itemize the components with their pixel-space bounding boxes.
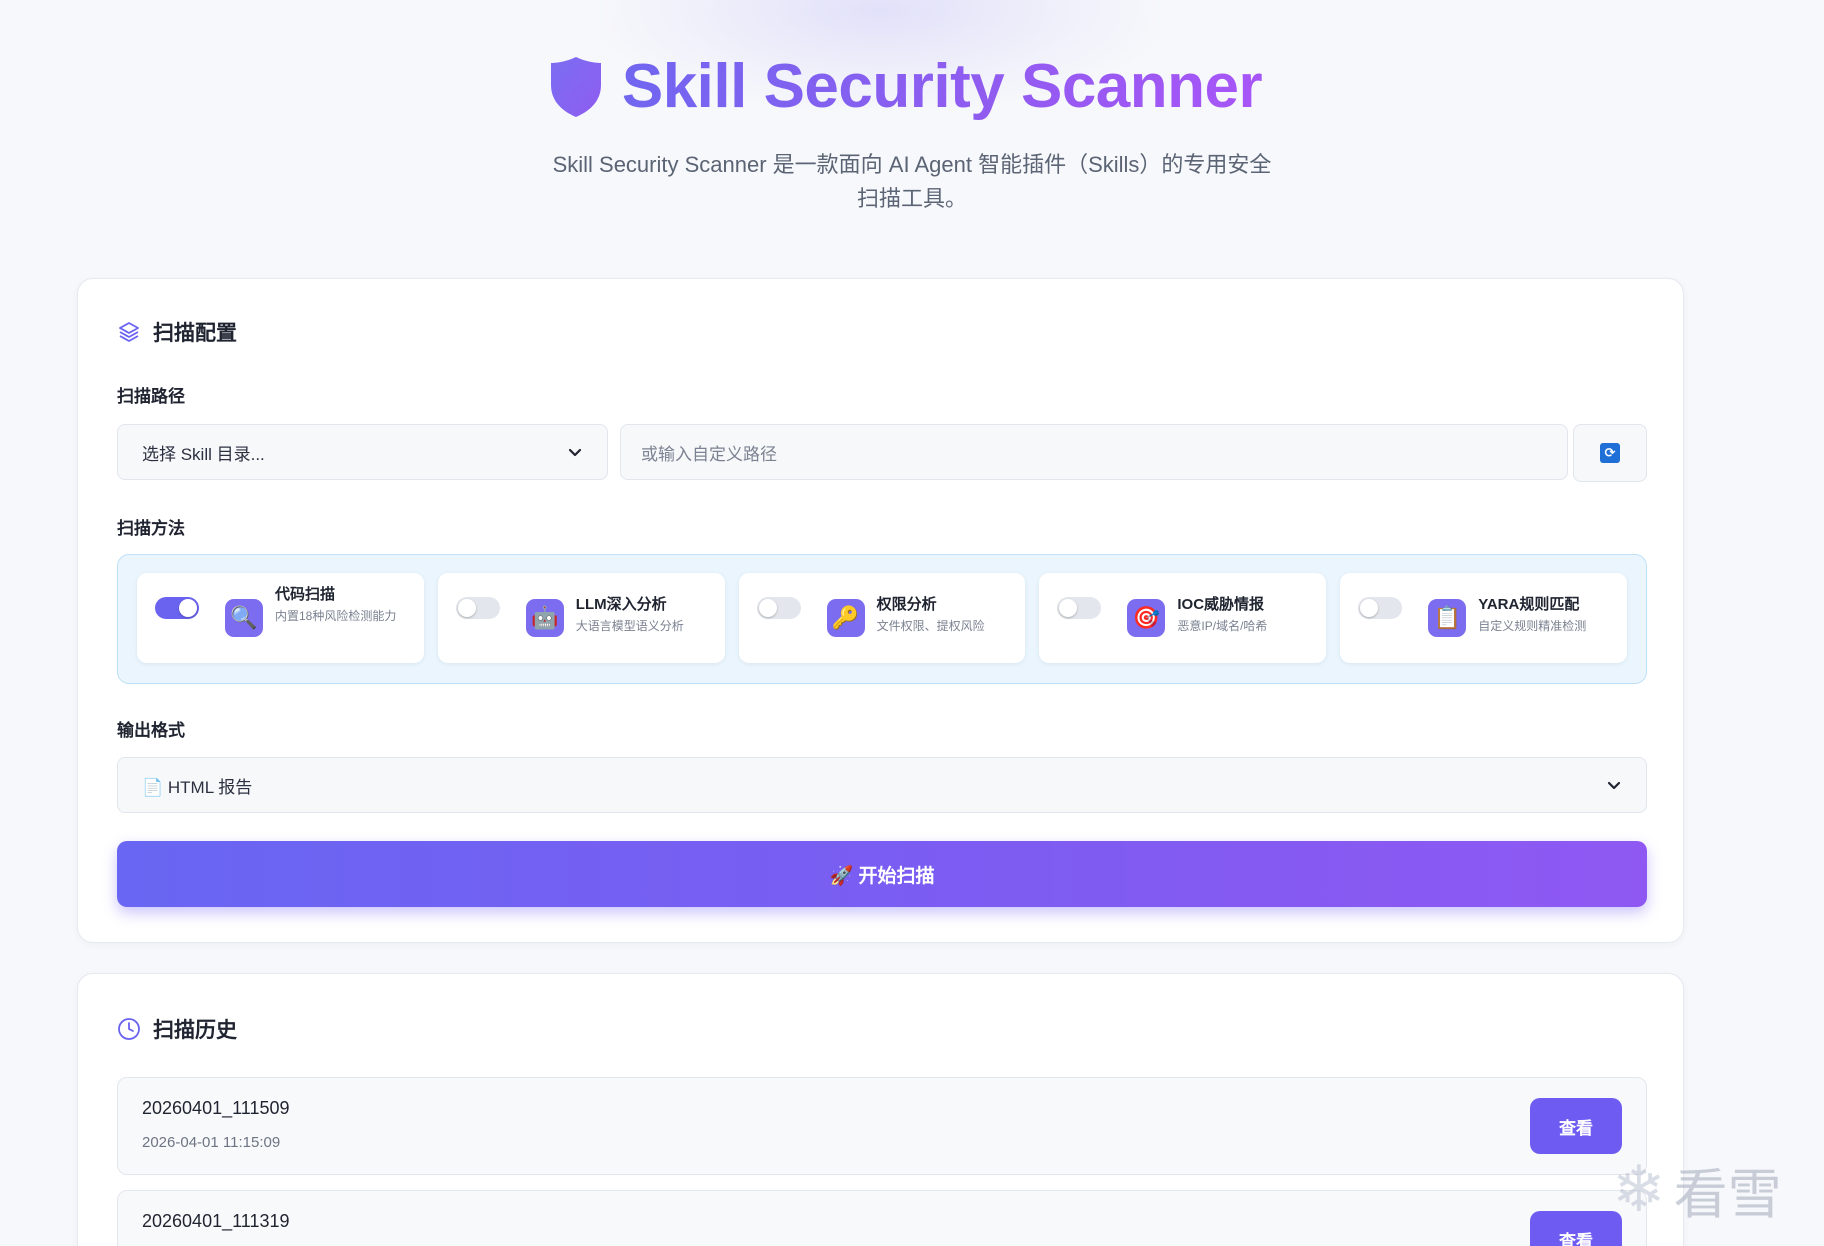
app-subtitle: Skill Security Scanner 是一款面向 AI Agent 智能… <box>552 152 1272 211</box>
target-icon: 🎯 <box>1127 599 1166 637</box>
method-text: 代码扫描 内置18种风险检测能力 <box>275 585 415 626</box>
method-desc: 内置18种风险检测能力 <box>275 609 397 623</box>
custom-path-input[interactable]: 或输入自定义路径 <box>620 424 1568 480</box>
scan-config-header: 扫描配置 <box>117 317 237 347</box>
method-name: YARA规则匹配 <box>1478 596 1580 613</box>
refresh-icon: ⟳ <box>1600 443 1620 463</box>
method-desc: 大语言模型语义分析 <box>575 619 684 633</box>
magnifier-icon: 🔍 <box>225 599 263 637</box>
skill-directory-select[interactable]: 选择 Skill 目录... <box>117 424 608 480</box>
shield-icon <box>550 57 601 117</box>
method-card-ioc-intel[interactable]: 🎯 IOC威胁情报 恶意IP/域名/哈希 <box>1039 573 1327 663</box>
clipboard-icon: 📋 <box>1428 599 1467 637</box>
chevron-down-icon <box>1607 781 1621 790</box>
output-format-label: 输出格式 <box>117 721 185 740</box>
method-name: IOC威胁情报 <box>1177 596 1265 613</box>
method-desc: 文件权限、提权风险 <box>876 619 985 633</box>
snowflake-icon: ❄ <box>1612 1152 1666 1227</box>
robot-icon: 🤖 <box>525 599 564 637</box>
ioc-intel-toggle[interactable] <box>1057 597 1102 619</box>
history-item: 20260401_111319 查看 <box>117 1190 1647 1246</box>
yara-rules-toggle[interactable] <box>1358 597 1403 619</box>
toggle-knob <box>457 599 476 617</box>
refresh-button[interactable]: ⟳ <box>1573 424 1647 482</box>
scan-config-card: 扫描配置 扫描路径 选择 Skill 目录... 或输入自定义路径 ⟳ 扫描方法… <box>77 278 1684 943</box>
method-card-permission-analysis[interactable]: 🔑 权限分析 文件权限、提权风险 <box>738 573 1026 663</box>
output-format-select[interactable]: 📄 HTML 报告 <box>117 757 1647 813</box>
scan-config-title: 扫描配置 <box>153 322 237 345</box>
code-scan-toggle[interactable] <box>155 597 199 619</box>
method-name: LLM深入分析 <box>575 596 667 613</box>
method-name: 权限分析 <box>876 596 937 613</box>
chevron-down-icon <box>568 448 582 457</box>
clock-icon <box>118 1018 140 1040</box>
llm-analysis-toggle[interactable] <box>455 597 500 619</box>
watermark-text: 看雪 <box>1673 1163 1782 1226</box>
scan-history-title: 扫描历史 <box>153 1019 237 1042</box>
history-item-name: 20260401_111319 <box>142 1211 290 1231</box>
method-text: 权限分析 文件权限、提权风险 <box>877 595 1017 636</box>
method-card-llm-analysis[interactable]: 🤖 LLM深入分析 大语言模型语义分析 <box>437 573 725 663</box>
app-title: Skill Security Scanner <box>622 48 1263 126</box>
toggle-knob <box>179 599 197 617</box>
view-report-button[interactable]: 查看 <box>1530 1098 1622 1154</box>
history-item: 20260401_111509 2026-04-01 11:15:09 查看 <box>117 1077 1647 1175</box>
title-row: Skill Security Scanner <box>0 48 1824 126</box>
skill-directory-value: 选择 Skill 目录... <box>142 444 265 464</box>
method-text: LLM深入分析 大语言模型语义分析 <box>576 595 716 636</box>
page-header: Skill Security Scanner Skill Security Sc… <box>0 48 1824 216</box>
method-text: YARA规则匹配 自定义规则精准检测 <box>1478 595 1618 636</box>
layers-icon <box>119 322 139 342</box>
method-desc: 恶意IP/域名/哈希 <box>1177 619 1268 633</box>
method-text: IOC威胁情报 恶意IP/域名/哈希 <box>1177 595 1317 636</box>
method-card-code-scan[interactable]: 🔍 代码扫描 内置18种风险检测能力 <box>137 573 424 663</box>
history-item-time: 2026-04-01 11:15:09 <box>142 1134 281 1151</box>
custom-path-placeholder: 或输入自定义路径 <box>641 444 777 464</box>
scan-history-header: 扫描历史 <box>117 1014 237 1044</box>
start-scan-label: 🚀 开始扫描 <box>829 865 935 887</box>
output-format-value: 📄 HTML 报告 <box>142 777 253 797</box>
view-report-button[interactable]: 查看 <box>1530 1211 1622 1246</box>
scan-path-label: 扫描路径 <box>117 387 185 406</box>
method-desc: 自定义规则精准检测 <box>1478 619 1587 633</box>
toggle-knob <box>1059 599 1078 617</box>
page: Skill Security Scanner Skill Security Sc… <box>0 0 1824 1246</box>
method-card-yara-rules[interactable]: 📋 YARA规则匹配 自定义规则精准检测 <box>1340 573 1627 663</box>
key-icon: 🔑 <box>826 599 865 637</box>
scan-methods-panel: 🔍 代码扫描 内置18种风险检测能力 🤖 LLM深入分析 大语言模型语义分析 🔑 <box>117 554 1647 684</box>
toggle-knob <box>758 599 777 617</box>
permission-analysis-toggle[interactable] <box>756 597 801 619</box>
history-item-name: 20260401_111509 <box>142 1098 290 1118</box>
scan-methods-label: 扫描方法 <box>117 519 185 538</box>
method-name: 代码扫描 <box>275 586 336 603</box>
scan-history-card: 扫描历史 20260401_111509 2026-04-01 11:15:09… <box>77 973 1684 1246</box>
start-scan-button[interactable]: 🚀 开始扫描 <box>117 841 1647 907</box>
toggle-knob <box>1360 599 1379 617</box>
watermark: ❄ 看雪 <box>1612 1150 1782 1229</box>
